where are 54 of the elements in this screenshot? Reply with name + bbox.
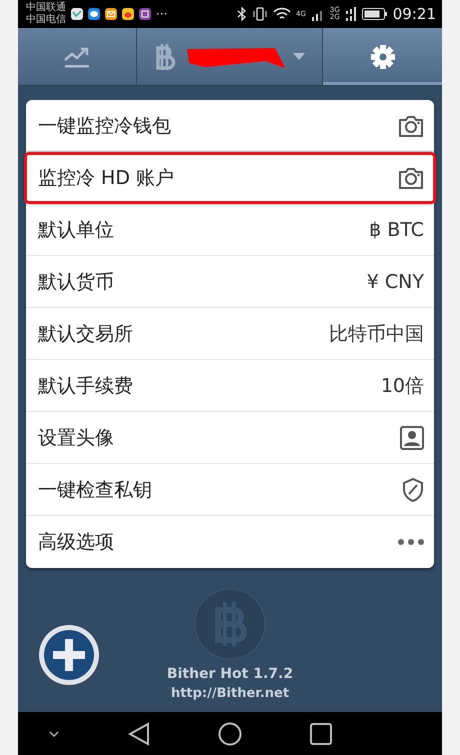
carrier-name: 中国联通 (26, 2, 66, 14)
setting-label: 默认单位 (38, 218, 114, 242)
more-notifications: ··· (156, 7, 168, 21)
recent-apps-button[interactable] (310, 722, 332, 744)
settings-tab[interactable] (323, 28, 442, 85)
chat-notification-icon (88, 8, 100, 20)
setting-label: 默认手续费 (38, 374, 133, 398)
camera-icon (398, 114, 424, 138)
website-link[interactable]: http://Bither.net (170, 686, 290, 701)
plus-icon (38, 624, 100, 686)
settings-row[interactable]: 默认单位 ฿ BTC (26, 204, 434, 256)
bluetooth-icon (236, 7, 247, 21)
settings-row[interactable]: 默认手续费 10倍 (26, 360, 434, 412)
setting-label: 默认交易所 (38, 322, 133, 346)
setting-label: 一键监控冷钱包 (38, 114, 171, 138)
settings-row[interactable]: 设置头像 (26, 412, 434, 464)
setting-label: 高级选项 (38, 530, 114, 555)
setting-value: ¥ CNY (366, 270, 424, 292)
vibrate-icon (252, 7, 268, 21)
carrier-name: 中国电信 (26, 14, 66, 26)
setting-value: 比特币中国 (329, 322, 424, 346)
bitcoin-icon (155, 42, 177, 72)
settings-row[interactable]: 一键检查私钥 (26, 464, 434, 516)
more-options-icon (398, 539, 424, 545)
battery-icon (362, 8, 388, 20)
portrait-icon (400, 426, 424, 450)
setting-value: ฿ BTC (369, 218, 424, 240)
dropdown-caret-icon (293, 52, 305, 60)
clock-time: 09:21 (392, 5, 436, 23)
setting-label: 监控冷 HD 账户 (38, 166, 174, 190)
hide-nav-button[interactable] (48, 730, 60, 738)
app-version: Bither Hot 1.7.2 (166, 666, 294, 682)
home-button[interactable] (218, 722, 242, 746)
setting-value: 10倍 (380, 374, 424, 398)
setting-label: 一键检查私钥 (38, 478, 152, 502)
settings-row[interactable]: 默认货币 ¥ CNY (26, 256, 434, 308)
bither-logo (194, 588, 266, 660)
camera-icon (398, 166, 424, 190)
settings-row[interactable]: 默认交易所 比特币中国 (26, 308, 434, 360)
settings-row[interactable]: 高级选项 (26, 516, 434, 568)
signal-icon (344, 7, 357, 21)
app-notification-icon (71, 8, 83, 20)
highlighted-settings-row[interactable]: 监控冷 HD 账户 (24, 152, 436, 204)
wifi-icon (272, 7, 291, 21)
shield-icon (402, 478, 424, 502)
app-notification-icon (139, 8, 151, 20)
back-button[interactable] (128, 722, 150, 746)
settings-row[interactable]: 一键监控冷钱包 (26, 100, 434, 152)
settings-icon (370, 44, 396, 70)
mail-notification-icon (105, 8, 117, 20)
add-button[interactable] (38, 624, 100, 686)
setting-label: 设置头像 (38, 426, 114, 450)
setting-label: 默认货币 (38, 270, 114, 294)
app-notification-icon (122, 8, 134, 20)
